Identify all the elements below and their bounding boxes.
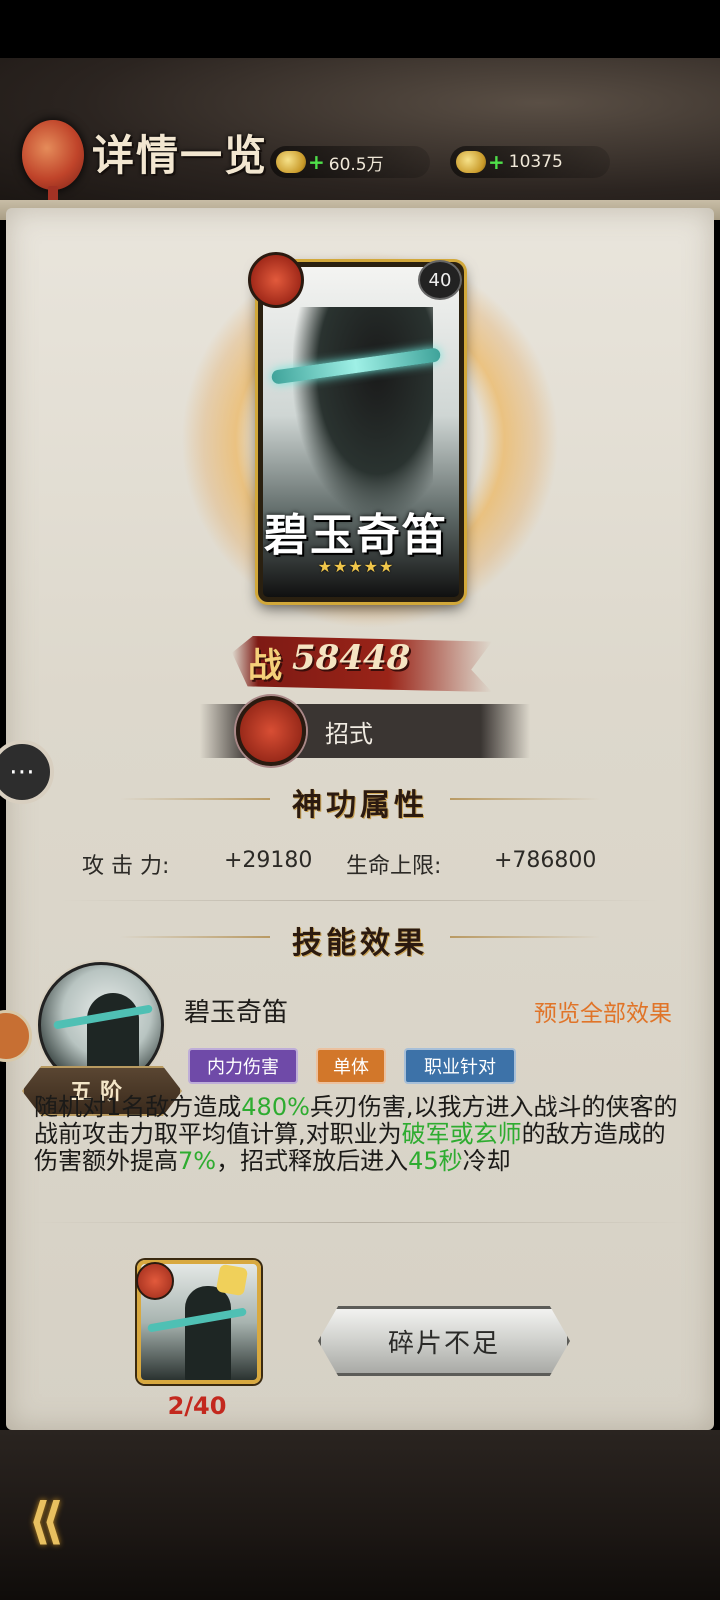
power-label: 战 bbox=[248, 646, 282, 686]
add-ingot-icon[interactable]: + bbox=[488, 150, 505, 174]
tag-single-target: 单体 bbox=[316, 1048, 386, 1084]
hero-silhouette bbox=[293, 307, 433, 517]
skill-effect-header: 技能效果 bbox=[0, 918, 720, 961]
moves-tab-label[interactable]: 招式 bbox=[325, 714, 373, 749]
attribute-row: 攻 击 力: +29180 生命上限: +786800 bbox=[0, 848, 720, 888]
coin-currency[interactable]: + 60.5万 bbox=[270, 146, 430, 178]
ingot-currency[interactable]: + 10375 bbox=[450, 146, 610, 178]
fragment-count: 2/40 bbox=[167, 1392, 227, 1420]
puzzle-piece-icon bbox=[215, 1263, 249, 1297]
crossed-swords-icon[interactable] bbox=[236, 696, 306, 766]
hero-stars: ★★★★★ bbox=[317, 557, 395, 576]
insufficient-fragments-button[interactable]: 碎片不足 bbox=[318, 1306, 570, 1376]
divider bbox=[60, 900, 660, 901]
coin-value: 60.5万 bbox=[328, 154, 384, 175]
status-bar bbox=[0, 0, 720, 58]
lantern-icon bbox=[22, 120, 84, 204]
hp-label: 生命上限: bbox=[346, 854, 442, 879]
crossed-swords-icon bbox=[136, 1262, 174, 1300]
add-coin-icon[interactable]: + bbox=[308, 150, 325, 174]
divine-skill-title: 神功属性 bbox=[292, 788, 428, 823]
skill-description: 随机对1名敌方造成480%兵刃伤害,以我方进入战斗的侠客的战前攻击力取平均值计算… bbox=[34, 1093, 678, 1175]
hero-name: 碧玉奇笛 bbox=[264, 510, 448, 561]
divider bbox=[30, 1222, 690, 1223]
crossed-swords-icon bbox=[248, 252, 304, 308]
hero-level-badge: 40 bbox=[418, 260, 462, 300]
hp-value: +786800 bbox=[494, 848, 597, 873]
tag-class-target: 职业针对 bbox=[404, 1048, 516, 1084]
attack-label: 攻 击 力: bbox=[82, 854, 170, 879]
screen-title: 详情一览 bbox=[92, 131, 269, 180]
skill-effect-title: 技能效果 bbox=[292, 926, 428, 961]
skill-name: 碧玉奇笛 bbox=[184, 998, 289, 1028]
coin-icon bbox=[276, 151, 306, 173]
insufficient-fragments-label: 碎片不足 bbox=[387, 1328, 500, 1359]
hero-card[interactable]: 碧玉奇笛 ★★★★★ bbox=[258, 262, 464, 602]
ingot-value: 10375 bbox=[508, 152, 563, 172]
ingot-icon bbox=[456, 151, 486, 173]
divine-skill-header: 神功属性 bbox=[0, 780, 720, 823]
bottom-bar bbox=[0, 1430, 720, 1600]
preview-all-effects-link[interactable]: 预览全部效果 bbox=[534, 994, 672, 1028]
back-arrow-icon[interactable]: ⟪ bbox=[28, 1496, 108, 1546]
tag-internal-damage: 内力伤害 bbox=[188, 1048, 298, 1084]
attack-value: +29180 bbox=[224, 848, 313, 873]
power-value: 58448 bbox=[292, 638, 411, 678]
